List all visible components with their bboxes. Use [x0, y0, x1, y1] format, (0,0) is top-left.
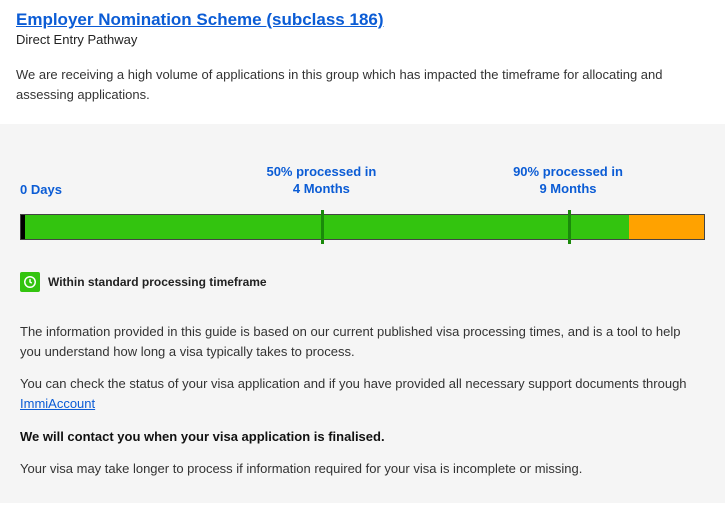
- info-para-2: You can check the status of your visa ap…: [20, 374, 705, 414]
- tick-90-percent: [568, 210, 571, 244]
- bar-orange-segment: [629, 215, 704, 239]
- timeline-mid-line2: 4 Months: [293, 181, 350, 196]
- timeline-start-text: 0 Days: [20, 182, 62, 197]
- timeline-end-line1: 90% processed in: [513, 164, 623, 179]
- info-para-1: The information provided in this guide i…: [20, 322, 705, 362]
- scheme-title-link[interactable]: Employer Nomination Scheme (subclass 186…: [16, 10, 384, 29]
- processing-panel: 0 Days 50% processed in 4 Months 90% pro…: [0, 124, 725, 304]
- timeline-label-mid: 50% processed in 4 Months: [261, 164, 381, 198]
- immiaccount-link[interactable]: ImmiAccount: [20, 396, 95, 411]
- intro-paragraph: We are receiving a high volume of applic…: [0, 47, 725, 124]
- tick-50-percent: [321, 210, 324, 244]
- info-para-2-text: You can check the status of your visa ap…: [20, 376, 687, 391]
- timeline-mid-line1: 50% processed in: [266, 164, 376, 179]
- info-para-3: We will contact you when your visa appli…: [20, 427, 705, 447]
- timeline-label-start: 0 Days: [20, 182, 140, 199]
- status-row: Within standard processing timeframe: [20, 272, 705, 292]
- status-clock-icon: [20, 272, 40, 292]
- info-para-4: Your visa may take longer to process if …: [20, 459, 705, 479]
- bar-green-segment: [25, 215, 633, 239]
- timeline: 0 Days 50% processed in 4 Months 90% pro…: [20, 164, 705, 240]
- timeline-label-end: 90% processed in 9 Months: [508, 164, 628, 198]
- progress-bar: [20, 214, 705, 240]
- timeline-end-line2: 9 Months: [539, 181, 596, 196]
- scheme-subtitle: Direct Entry Pathway: [16, 32, 709, 47]
- info-block: The information provided in this guide i…: [0, 304, 725, 503]
- status-text: Within standard processing timeframe: [48, 275, 267, 289]
